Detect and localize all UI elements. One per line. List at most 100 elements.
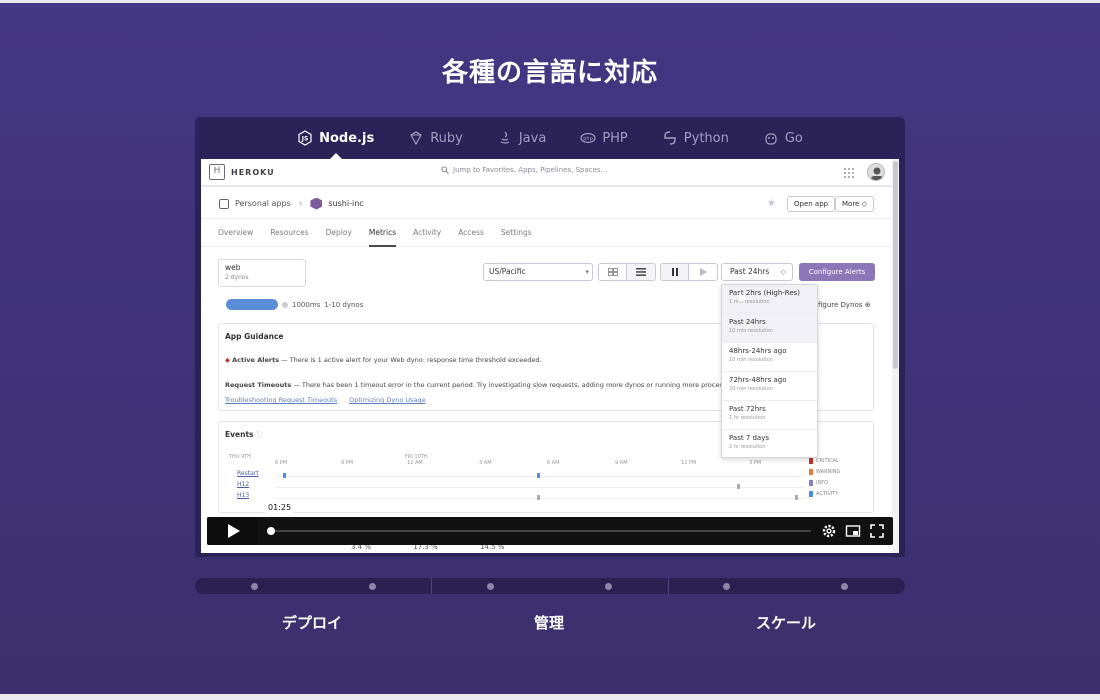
tab-python[interactable]: Python [662, 117, 729, 159]
event-marker[interactable] [537, 473, 540, 478]
active-alert-line: ◆ Active Alerts — There is 1 active aler… [225, 356, 542, 364]
event-marker[interactable] [737, 484, 740, 489]
event-row-restart[interactable]: Restart [237, 470, 259, 477]
avatar[interactable] [867, 163, 885, 181]
progress-handle[interactable] [267, 527, 275, 535]
time-range-value: Past 24hrs [730, 267, 770, 276]
feature-steps-bar [195, 578, 905, 594]
tab-label: PHP [602, 130, 628, 146]
tab-activity[interactable]: Activity [413, 219, 441, 247]
range-option-title: Past 7 days [729, 434, 770, 442]
active-alerts-text: — There is 1 active alert for your Web d… [279, 356, 542, 364]
legend-swatch [809, 491, 813, 497]
tab-label: Python [683, 130, 729, 146]
open-app-button[interactable]: Open app [787, 196, 836, 212]
range-option-sub: 2 hr resolution [729, 444, 766, 450]
tick-label: 3 AM [479, 460, 492, 466]
breadcrumb-app-name[interactable]: sushi-inc [328, 199, 363, 208]
time-range-select[interactable]: Past 24hrs ◇ [721, 263, 793, 281]
step-dot[interactable] [369, 583, 376, 590]
pause-button[interactable] [661, 264, 689, 280]
play-button[interactable] [207, 517, 257, 545]
dyno-selector[interactable]: web 2 dynos [218, 259, 306, 287]
optimizing-link[interactable]: Optimizing Dyno Usage [349, 396, 426, 404]
favorite-star-icon[interactable]: ★ [767, 198, 776, 209]
tab-label: Ruby [430, 130, 463, 146]
range-option-title: Past 24hrs [729, 318, 766, 326]
section-title: 各種の言語に対応 [441, 58, 658, 88]
event-row-h13[interactable]: H13 [237, 492, 249, 499]
resume-button[interactable] [689, 264, 717, 280]
play-icon [700, 268, 707, 276]
guidance-title: App Guidance [225, 332, 284, 341]
dyno-count: 2 dynos [225, 274, 249, 281]
step-dot[interactable] [841, 583, 848, 590]
grid-view-button[interactable] [599, 264, 627, 280]
info-icon[interactable]: ⓘ [255, 430, 262, 440]
step-scale[interactable]: スケール [716, 612, 856, 633]
tab-java[interactable]: Java [497, 117, 546, 159]
tab-settings[interactable]: Settings [501, 219, 532, 247]
list-view-button[interactable] [627, 264, 655, 280]
step-manage[interactable]: 管理 [479, 612, 619, 633]
clock-icon [282, 301, 288, 308]
breadcrumb-personal-apps[interactable]: Personal apps [235, 199, 291, 208]
settings-gear-icon[interactable] [821, 523, 837, 539]
svg-text:JS: JS [301, 136, 309, 143]
tab-nodejs[interactable]: JS Node.js [297, 117, 374, 159]
step-deploy[interactable]: デプロイ [242, 612, 382, 633]
range-option[interactable]: Past 7 days 2 hr resolution [722, 430, 817, 459]
top-border [0, 0, 1100, 3]
event-row-h12[interactable]: H12 [237, 481, 249, 488]
range-option-sub: 10 min resolution [729, 357, 773, 363]
java-icon [500, 131, 510, 144]
configure-alerts-button[interactable]: Configure Alerts [799, 263, 875, 281]
event-marker[interactable] [283, 473, 286, 478]
layout-toggle [598, 263, 656, 281]
search-icon [441, 166, 449, 174]
range-option[interactable]: 72hrs-48hrs ago 20 min resolution [722, 372, 817, 401]
language-tabs: JS Node.js Ruby Java php PHP Python Go [195, 117, 905, 159]
tab-resources[interactable]: Resources [270, 219, 308, 247]
request-timeouts-label: Request Timeouts [225, 381, 292, 389]
personal-icon [219, 198, 229, 209]
global-search[interactable]: Jump to Favorites, Apps, Pipelines, Spac… [441, 166, 607, 174]
range-option[interactable]: Past 24hrs 10 min resolution [722, 314, 817, 343]
tick-label: 9 PM [341, 460, 354, 466]
tab-php[interactable]: php PHP [580, 117, 628, 159]
range-option[interactable]: 48hrs-24hrs ago 10 min resolution [722, 343, 817, 372]
video-player-controls: 01:25 [207, 502, 893, 545]
step-dot[interactable] [605, 583, 612, 590]
configure-dynos-link[interactable]: figure Dynos ⊕ [818, 301, 871, 309]
fullscreen-icon[interactable] [869, 523, 885, 539]
tab-metrics[interactable]: Metrics [368, 219, 397, 247]
tick-label: 6 PM [275, 460, 288, 466]
tab-deploy[interactable]: Deploy [326, 219, 352, 247]
event-marker[interactable] [795, 495, 798, 500]
timezone-select[interactable]: US/Pacific [483, 263, 593, 281]
heroku-logo-icon[interactable]: H [209, 164, 225, 180]
breadcrumb: Personal apps › sushi-inc ★ Open app Mor… [201, 189, 899, 219]
bottom-border [0, 694, 1100, 700]
tab-go[interactable]: Go [763, 117, 803, 159]
event-marker[interactable] [537, 495, 540, 500]
app-grid-icon[interactable] [843, 167, 855, 179]
search-input[interactable]: Jump to Favorites, Apps, Pipelines, Spac… [453, 166, 607, 174]
range-option-title: 48hrs-24hrs ago [729, 347, 787, 355]
video-progress-bar[interactable] [275, 530, 811, 532]
scrollbar-thumb[interactable] [893, 161, 898, 369]
tab-ruby[interactable]: Ruby [408, 117, 463, 159]
range-option[interactable]: Past 72hrs 1 hr resolution [722, 401, 817, 430]
step-dot[interactable] [723, 583, 730, 590]
step-dot[interactable] [251, 583, 258, 590]
tab-overview[interactable]: Overview [218, 219, 253, 247]
play-icon [227, 524, 240, 538]
range-option[interactable]: Past 2hrs (High-Res) 1 min resolution [722, 285, 817, 314]
step-dot[interactable] [487, 583, 494, 590]
day-label-1: THU 9TH [229, 454, 252, 460]
troubleshooting-link[interactable]: Troubleshooting Request Timeouts [225, 396, 337, 404]
picture-in-picture-icon[interactable] [845, 523, 861, 539]
more-button[interactable]: More ◇ [835, 196, 874, 212]
tab-access[interactable]: Access [458, 219, 484, 247]
tick-label: 6 AM [547, 460, 560, 466]
